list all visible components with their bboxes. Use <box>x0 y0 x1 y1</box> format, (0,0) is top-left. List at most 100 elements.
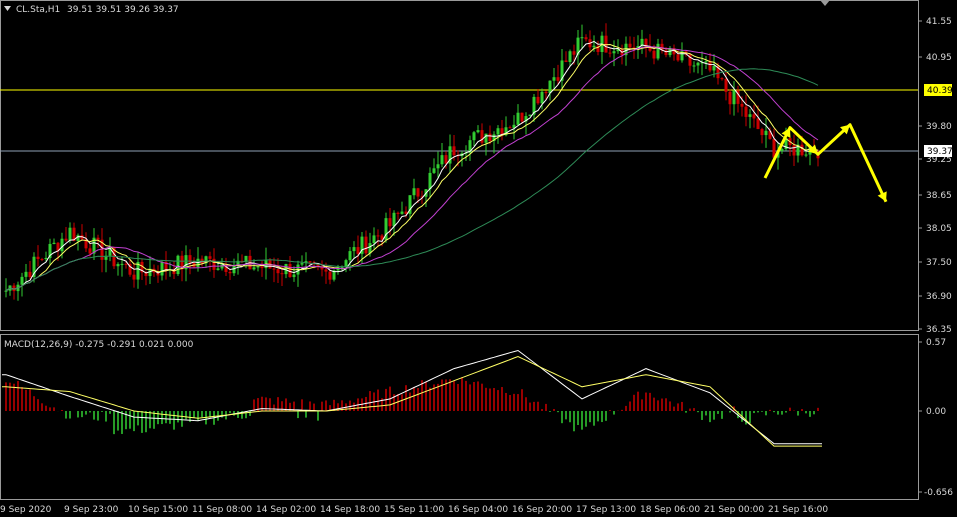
candle-bear <box>124 263 128 265</box>
price-tick: 37.50 <box>926 258 952 268</box>
candle-bear <box>572 51 576 55</box>
candle-bear <box>280 273 284 275</box>
candle-bear <box>308 261 312 263</box>
candle-bear <box>708 61 712 71</box>
price-tick: 40.95 <box>926 53 952 63</box>
candle-bear <box>356 247 360 254</box>
candle-bear <box>792 145 796 156</box>
price-tick: 38.05 <box>926 224 952 234</box>
candle-bull <box>20 276 24 285</box>
candle-bear <box>564 60 568 62</box>
candle-bear <box>608 52 612 54</box>
symbol-title: CL.Sta,H1 <box>16 5 60 15</box>
candle-bull <box>484 133 488 143</box>
candle-bear <box>36 256 40 260</box>
candle-bear <box>28 271 32 278</box>
candle-bear <box>416 188 420 197</box>
macd-tick: 0.57 <box>926 338 946 348</box>
candle-bull <box>440 155 444 165</box>
candle-bear <box>556 77 560 81</box>
candle-bull <box>68 227 72 241</box>
candle-bull <box>160 261 164 276</box>
candle-bear <box>96 237 100 240</box>
time-label: 14 Sep 02:00 <box>256 505 316 515</box>
candle-bear <box>276 269 280 274</box>
time-label: 10 Sep 15:00 <box>128 505 188 515</box>
candle-bull <box>552 77 556 81</box>
candle-bull <box>516 112 520 125</box>
candle-bear <box>64 238 68 241</box>
candle-bull <box>764 130 768 136</box>
candle-bear <box>228 271 232 274</box>
candle-bull <box>428 172 432 190</box>
candle-bear <box>752 114 756 119</box>
candle-bear <box>328 271 332 280</box>
candle-bear <box>744 106 748 117</box>
candle-bull <box>712 66 716 71</box>
candle-bull <box>592 45 596 48</box>
candle-bear <box>488 133 492 141</box>
chart-background <box>0 0 957 517</box>
candle-bull <box>120 263 124 265</box>
time-label: 21 Sep 16:00 <box>768 505 828 515</box>
candle-bull <box>256 266 260 268</box>
candle-bull <box>52 242 56 244</box>
candle-bull <box>692 65 696 67</box>
candle-bull <box>548 80 552 94</box>
candle-bull <box>4 290 8 292</box>
candle-bear <box>584 37 588 40</box>
candle-bear <box>132 274 136 280</box>
candle-bear <box>396 212 400 214</box>
candle-bear <box>324 269 328 272</box>
time-label: 11 Sep 08:00 <box>192 505 252 515</box>
candle-bear <box>444 155 448 164</box>
candle-bull <box>412 188 416 196</box>
price-tick: 41.55 <box>926 17 952 27</box>
macd-tick: -0.656 <box>924 488 953 498</box>
candle-bull <box>216 268 220 270</box>
candle-bull <box>44 257 48 260</box>
candle-bear <box>88 248 92 254</box>
candle-bull <box>432 168 436 173</box>
candle-bull <box>612 51 616 54</box>
candle-bull <box>292 274 296 278</box>
candle-bear <box>212 258 216 270</box>
candle-bear <box>452 146 456 156</box>
candle-bull <box>732 90 736 105</box>
candle-bear <box>188 255 192 263</box>
candle-bull <box>252 267 256 270</box>
candle-bear <box>480 130 484 143</box>
candle-bear <box>364 236 368 254</box>
time-label: 9 Sep 2020 <box>0 505 52 515</box>
candle-bear <box>544 91 548 94</box>
candle-bull <box>24 271 28 277</box>
candle-bear <box>388 218 392 227</box>
candle-bull <box>284 263 288 275</box>
candle-bear <box>720 78 724 80</box>
candle-bull <box>372 235 376 244</box>
candle-bear <box>756 118 760 130</box>
candle-bear <box>800 144 804 156</box>
candle-bull <box>476 130 480 133</box>
candle-bull <box>472 132 476 141</box>
candle-bull <box>392 212 396 227</box>
time-label: 17 Sep 13:00 <box>576 505 636 515</box>
candle-bear <box>272 268 276 270</box>
candle-bear <box>520 112 524 122</box>
candle-bear <box>260 266 264 269</box>
candle-bull <box>804 154 808 156</box>
time-label: 14 Sep 18:00 <box>320 505 380 515</box>
candle-bull <box>400 211 404 214</box>
candle-bull <box>696 62 700 66</box>
candle-bull <box>116 264 120 267</box>
level-price-tag-text: 40.39 <box>927 86 953 96</box>
ohlc-readout: 39.51 39.51 39.26 39.37 <box>67 5 179 15</box>
candle-bear <box>652 50 656 59</box>
candle-bear <box>376 235 380 237</box>
candle-bull <box>300 263 304 265</box>
price-tick: 36.35 <box>926 325 952 335</box>
candle-bear <box>536 96 540 104</box>
macd-label: MACD(12,26,9) -0.275 -0.291 0.021 0.000 <box>4 340 194 350</box>
candle-bull <box>748 114 752 117</box>
candle-bear <box>208 256 212 259</box>
